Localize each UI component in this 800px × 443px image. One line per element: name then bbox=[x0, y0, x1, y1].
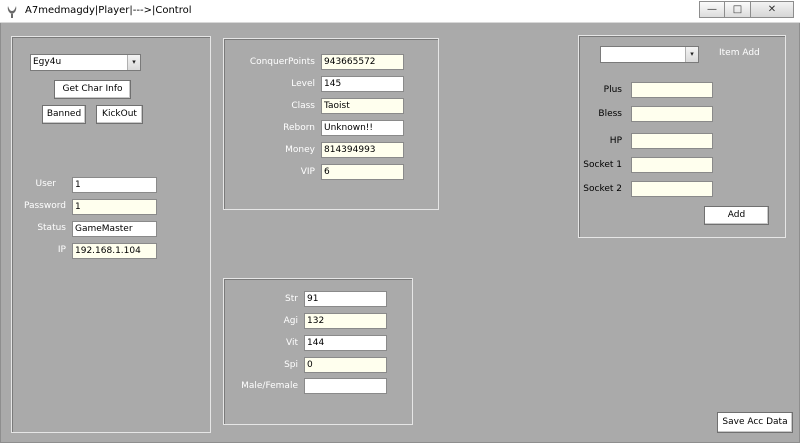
vit-label: Vit bbox=[286, 338, 298, 348]
money-field[interactable]: 814394993 bbox=[321, 142, 404, 158]
vit-field[interactable]: 144 bbox=[304, 335, 387, 351]
item-add-label: Item Add bbox=[719, 48, 760, 58]
user-field[interactable]: 1 bbox=[72, 177, 157, 193]
app-logo-icon bbox=[7, 6, 17, 18]
chevron-down-icon[interactable]: ▾ bbox=[685, 47, 698, 62]
spi-field[interactable]: 0 bbox=[304, 357, 387, 373]
account-group: Egy4u ▾ Get Char Info Banned KickOut Use… bbox=[11, 36, 211, 433]
get-char-info-button[interactable]: Get Char Info bbox=[54, 80, 131, 99]
add-item-button[interactable]: Add bbox=[704, 206, 769, 225]
socket2-label: Socket 2 bbox=[583, 184, 622, 194]
minimize-icon: — bbox=[707, 4, 717, 15]
level-field[interactable]: 145 bbox=[321, 76, 404, 92]
chevron-down-icon[interactable]: ▾ bbox=[127, 55, 140, 70]
hp-field[interactable] bbox=[631, 133, 713, 149]
gender-field[interactable] bbox=[304, 378, 387, 394]
class-label: Class bbox=[291, 101, 315, 111]
kickout-button[interactable]: KickOut bbox=[96, 105, 143, 124]
spi-label: Spi bbox=[284, 360, 298, 370]
agi-label: Agi bbox=[283, 316, 298, 326]
bless-field[interactable] bbox=[631, 106, 713, 122]
banned-button[interactable]: Banned bbox=[42, 105, 86, 124]
money-label: Money bbox=[285, 145, 315, 155]
character-info-group: ConquerPoints 943665572 Level 145 Class … bbox=[223, 38, 439, 210]
close-icon: ✕ bbox=[767, 4, 777, 15]
conquer-points-label: ConquerPoints bbox=[249, 57, 315, 67]
vip-label: VIP bbox=[300, 167, 315, 177]
str-label: Str bbox=[285, 294, 298, 304]
window-controls: — □ ✕ bbox=[699, 1, 794, 18]
socket2-field[interactable] bbox=[631, 181, 713, 197]
bless-label: Bless bbox=[598, 109, 622, 119]
reborn-field[interactable]: Unknown!! bbox=[321, 120, 404, 136]
plus-field[interactable] bbox=[631, 82, 713, 98]
socket1-field[interactable] bbox=[631, 157, 713, 173]
conquer-points-field[interactable]: 943665572 bbox=[321, 54, 404, 70]
player-select[interactable]: Egy4u ▾ bbox=[30, 54, 141, 71]
level-label: Level bbox=[291, 79, 315, 89]
user-label: User bbox=[35, 179, 56, 189]
ip-field[interactable]: 192.168.1.104 bbox=[72, 243, 157, 259]
vip-field[interactable]: 6 bbox=[321, 164, 404, 180]
status-field[interactable]: GameMaster bbox=[72, 221, 157, 237]
socket1-label: Socket 1 bbox=[583, 160, 622, 170]
maximize-icon: □ bbox=[732, 4, 743, 15]
str-field[interactable]: 91 bbox=[304, 291, 387, 307]
title-bar: A7medmagdy|Player|--->|Control — □ ✕ bbox=[0, 0, 800, 23]
status-label: Status bbox=[37, 223, 66, 233]
save-acc-data-button[interactable]: Save Acc Data bbox=[717, 412, 793, 433]
window-title: A7medmagdy|Player|--->|Control bbox=[25, 5, 192, 16]
class-field[interactable]: Taoist bbox=[321, 98, 404, 114]
item-add-group: ▾ Item Add Plus Bless HP Socket 1 Socket… bbox=[578, 35, 786, 238]
reborn-label: Reborn bbox=[283, 123, 315, 133]
close-button[interactable]: ✕ bbox=[751, 1, 794, 18]
ip-label: IP bbox=[57, 245, 66, 255]
client-area: Egy4u ▾ Get Char Info Banned KickOut Use… bbox=[0, 23, 800, 443]
password-field[interactable]: 1 bbox=[72, 199, 157, 215]
password-label: Password bbox=[23, 201, 66, 211]
item-select[interactable]: ▾ bbox=[600, 46, 699, 63]
gender-label: Male/Female bbox=[241, 381, 298, 391]
plus-label: Plus bbox=[603, 85, 622, 95]
player-select-value: Egy4u bbox=[33, 57, 62, 67]
agi-field[interactable]: 132 bbox=[304, 313, 387, 329]
hp-label: HP bbox=[609, 136, 622, 146]
stats-group: Str 91 Agi 132 Vit 144 Spi 0 Male/Female bbox=[223, 278, 413, 425]
maximize-button[interactable]: □ bbox=[725, 1, 751, 18]
minimize-button[interactable]: — bbox=[699, 1, 725, 18]
